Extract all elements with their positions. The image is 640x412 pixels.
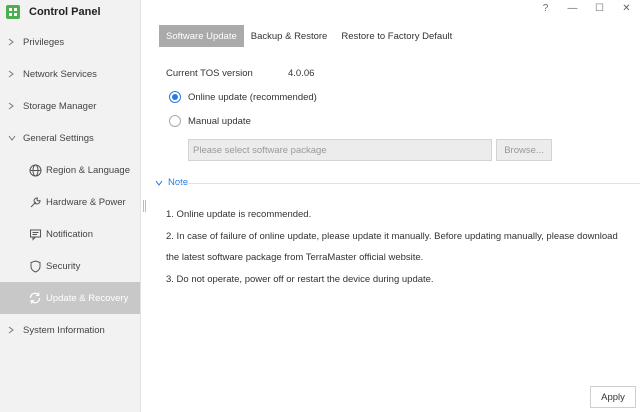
sidebar-item-update-recovery[interactable]: Update & Recovery xyxy=(0,282,140,314)
tab-restore-factory-default[interactable]: Restore to Factory Default xyxy=(334,25,459,47)
version-label: Current TOS version xyxy=(166,68,253,79)
app-title: Control Panel xyxy=(29,6,101,18)
wrench-icon xyxy=(28,195,42,209)
chevron-right-icon xyxy=(8,38,17,46)
note-item: 3. Do not operate, power off or restart … xyxy=(166,273,434,285)
sidebar-item-network-services[interactable]: Network Services xyxy=(0,58,140,90)
note-item: 1. Online update is recommended. xyxy=(166,209,312,220)
tab-bar: Software Update Backup & Restore Restore… xyxy=(159,25,459,47)
sidebar-item-storage-manager[interactable]: Storage Manager xyxy=(0,90,140,122)
note-divider xyxy=(176,183,640,184)
sidebar: Control Panel Privileges Network Service… xyxy=(0,0,141,412)
online-update-radio[interactable] xyxy=(169,91,181,103)
sidebar-item-label: Network Services xyxy=(23,68,97,80)
tab-backup-restore[interactable]: Backup & Restore xyxy=(244,25,335,47)
chevron-right-icon xyxy=(8,326,17,334)
version-value: 4.0.06 xyxy=(288,68,315,79)
tab-software-update[interactable]: Software Update xyxy=(159,25,244,47)
sidebar-item-general-settings[interactable]: General Settings xyxy=(0,122,140,154)
software-package-input[interactable] xyxy=(188,139,492,161)
sidebar-item-security[interactable]: Security xyxy=(0,250,140,282)
control-panel-logo-icon xyxy=(6,5,20,19)
sidebar-item-region-language[interactable]: Region & Language xyxy=(0,154,140,186)
sidebar-item-label: General Settings xyxy=(23,132,94,144)
version-row: Current TOS version 4.0.06 xyxy=(166,68,314,79)
help-icon[interactable]: ? xyxy=(532,0,559,16)
chevron-right-icon xyxy=(8,102,17,110)
sidebar-item-label: Hardware & Power xyxy=(46,196,126,208)
window-controls: ? — ☐ ✕ xyxy=(532,0,640,16)
sidebar-item-label: Security xyxy=(46,260,81,272)
sidebar-item-label: Privileges xyxy=(23,36,65,48)
online-update-label: Online update (recommended) xyxy=(188,91,317,103)
minimize-icon[interactable]: — xyxy=(559,0,586,16)
shield-icon xyxy=(28,259,42,273)
globe-icon xyxy=(28,163,42,177)
browse-button[interactable]: Browse... xyxy=(496,139,552,161)
manual-update-label: Manual update xyxy=(188,115,251,127)
software-update-panel: Current TOS version 4.0.06 xyxy=(166,68,314,79)
sidebar-item-notification[interactable]: Notification xyxy=(0,218,140,250)
note-item: 2. In case of failure of online update, … xyxy=(166,230,618,264)
apply-button[interactable]: Apply xyxy=(590,386,636,408)
sidebar-item-privileges[interactable]: Privileges xyxy=(0,26,140,58)
sidebar-item-label: Region & Language xyxy=(46,164,130,176)
sidebar-item-hardware-power[interactable]: Hardware & Power xyxy=(0,186,140,218)
chevron-down-icon xyxy=(155,180,163,186)
message-icon xyxy=(28,227,42,241)
maximize-icon[interactable]: ☐ xyxy=(586,0,613,16)
chevron-right-icon xyxy=(8,70,17,78)
refresh-icon xyxy=(28,291,42,305)
sidebar-nav: Privileges Network Services Storage Mana… xyxy=(0,26,140,346)
sidebar-item-label: System Information xyxy=(23,324,105,336)
manual-update-radio[interactable] xyxy=(169,115,181,127)
sidebar-item-label: Update & Recovery xyxy=(46,292,129,304)
sidebar-item-system-information[interactable]: System Information xyxy=(0,314,140,346)
manual-update-option[interactable]: Manual update xyxy=(169,115,251,127)
note-list: 1. Online update is recommended. 2. In c… xyxy=(166,204,626,290)
resize-handle[interactable] xyxy=(143,200,146,212)
app-header: Control Panel xyxy=(0,0,140,24)
online-update-option[interactable]: Online update (recommended) xyxy=(169,91,317,103)
chevron-down-icon xyxy=(8,135,17,141)
sidebar-item-label: Storage Manager xyxy=(23,100,97,112)
close-icon[interactable]: ✕ xyxy=(613,0,640,16)
sidebar-item-label: Notification xyxy=(46,228,93,240)
